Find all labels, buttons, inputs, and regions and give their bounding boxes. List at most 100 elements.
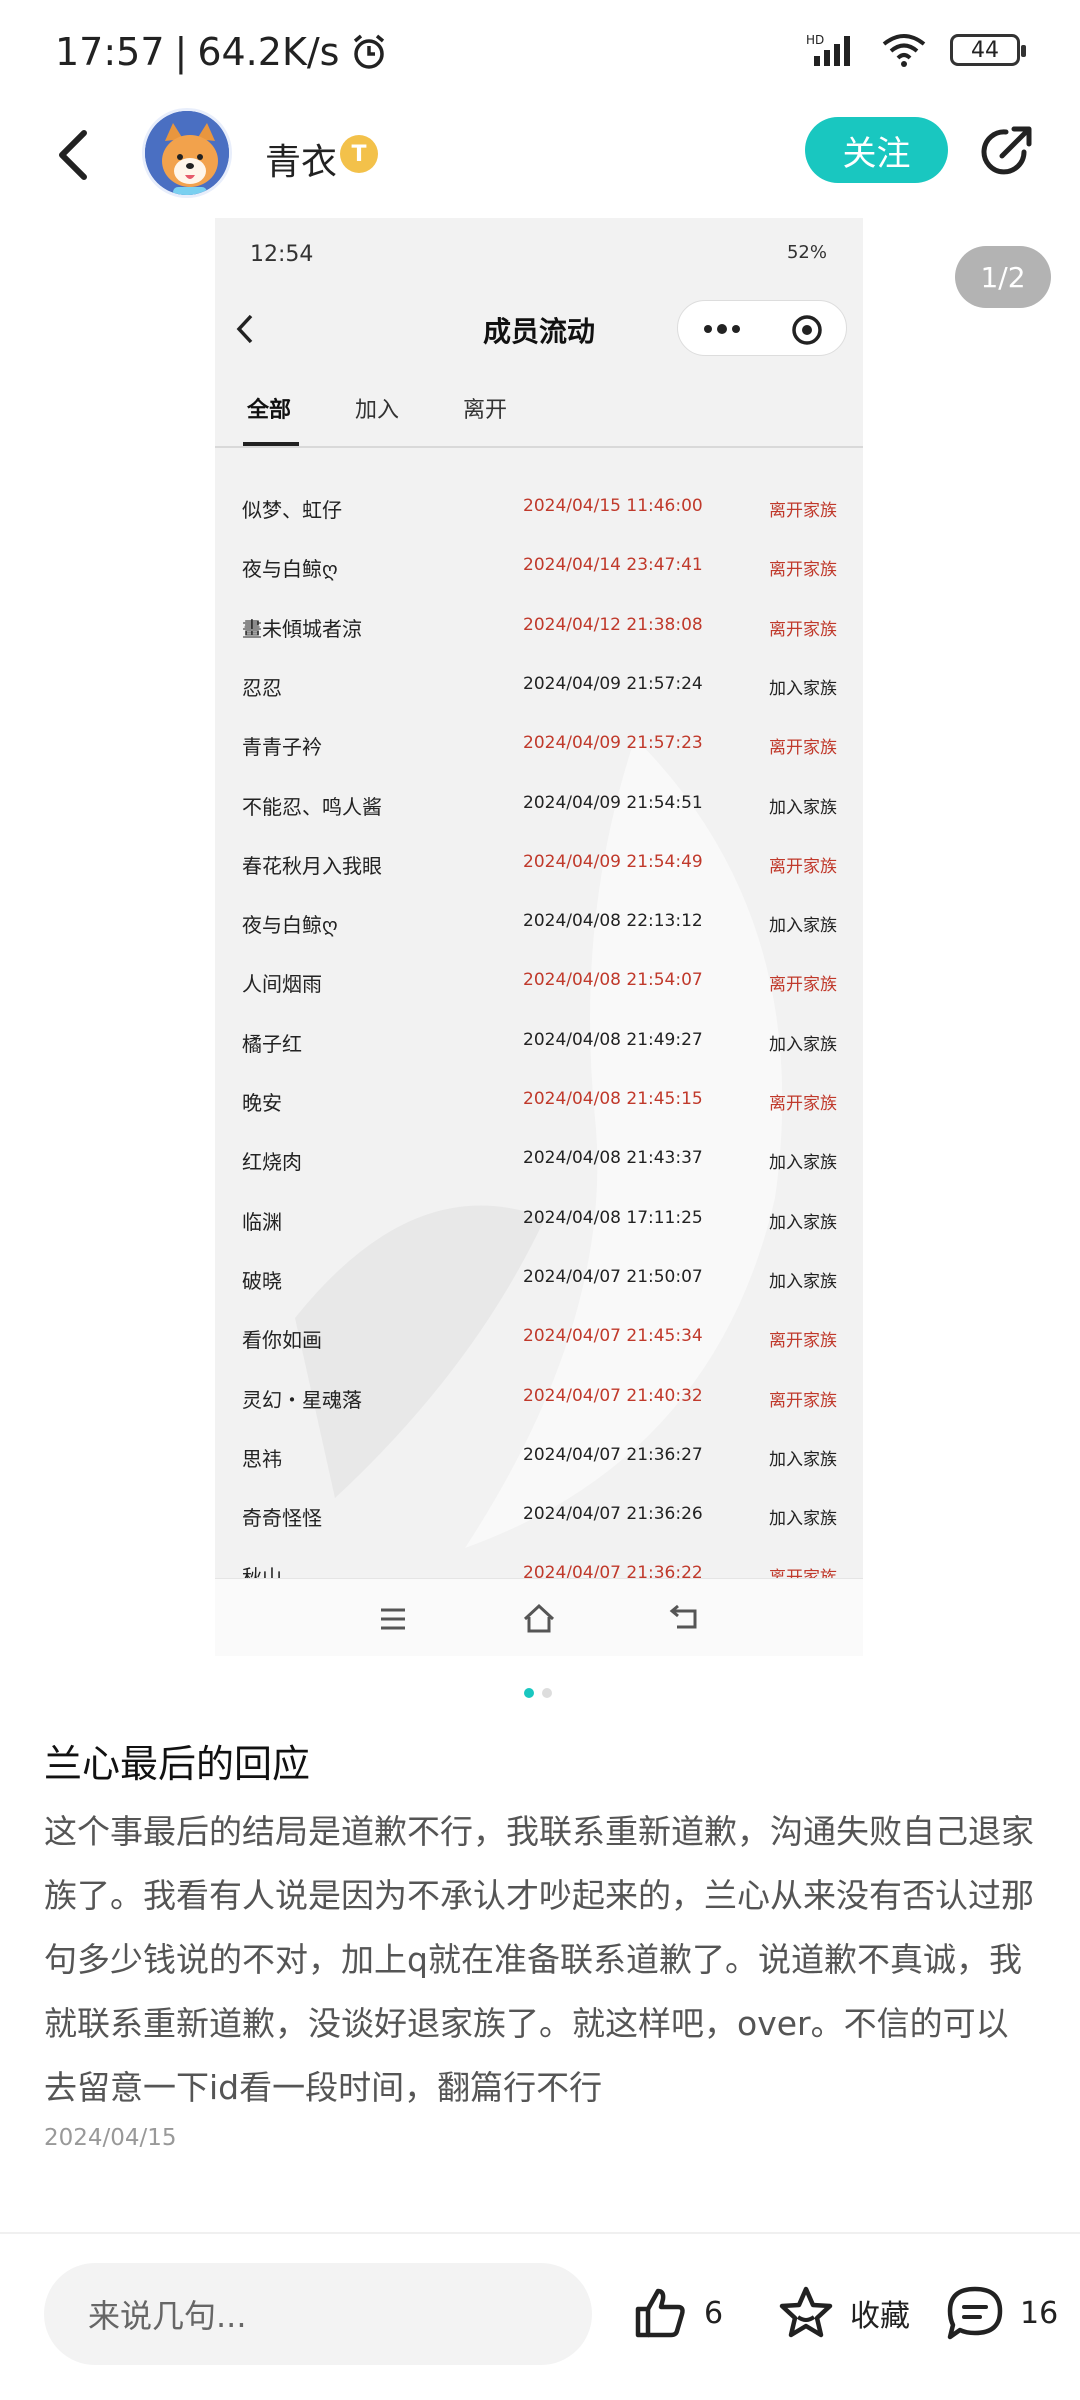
- table-row: 不能忍、鸣人酱 2024/04/09 21:54:51 加入家族: [215, 773, 863, 832]
- signal-icon: HD: [806, 33, 850, 66]
- favorite-label: 收藏: [850, 2299, 910, 2334]
- status-divider: |: [174, 30, 188, 74]
- table-row: 忍忍 2024/04/09 21:57:24 加入家族: [215, 654, 863, 713]
- member-action: 加入家族: [769, 1271, 837, 1292]
- member-name: 灵幻・星魂落: [242, 1387, 362, 1412]
- member-name: 忍忍: [242, 675, 282, 700]
- table-row: 夜与白鲸ღ 2024/04/08 22:13:12 加入家族: [215, 891, 863, 950]
- member-time: 2024/04/08 21:43:37: [523, 1148, 703, 1169]
- member-time: 2024/04/07 21:45:34: [523, 1326, 703, 1347]
- inner-capsule: [677, 300, 847, 356]
- post-image[interactable]: 12:54 52% 成员流动 全部 加入 离开 似梦、虹仔 2024/04/15 …: [215, 218, 863, 1656]
- battery-indicator: 44: [950, 34, 1026, 66]
- member-action: 离开家族: [769, 1390, 837, 1411]
- wifi-icon: [882, 34, 926, 67]
- member-name: 看你如画: [242, 1328, 322, 1353]
- network-speed: 64.2K/s: [197, 30, 340, 74]
- shiba-avatar-icon: [145, 111, 229, 195]
- comment-bubble-icon: [947, 2286, 1003, 2340]
- table-row: 破晓 2024/04/07 21:50:07 加入家族: [215, 1247, 863, 1306]
- status-time: 17:57: [55, 30, 165, 74]
- level-badge: T: [340, 135, 378, 173]
- member-action: 离开家族: [769, 738, 837, 759]
- member-name: 春花秋月入我眼: [242, 853, 382, 878]
- inner-time: 12:54: [250, 242, 314, 267]
- member-time: 2024/04/08 21:45:15: [523, 1089, 703, 1109]
- member-time: 2024/04/08 22:13:12: [523, 911, 703, 932]
- member-name: 破晓: [242, 1268, 282, 1293]
- member-time: 2024/04/09 21:54:51: [523, 792, 703, 813]
- member-time: 2024/04/09 21:54:49: [523, 851, 703, 872]
- member-action: 加入家族: [769, 1509, 837, 1530]
- favorite-button[interactable]: 收藏: [776, 2283, 910, 2343]
- status-right: HD 44: [806, 32, 1026, 68]
- member-name: 畫未傾城者涼: [242, 616, 362, 641]
- member-action: 加入家族: [769, 916, 837, 937]
- carousel-dot[interactable]: [542, 1688, 552, 1698]
- inner-tab-leave: 离开: [463, 398, 508, 423]
- member-action: 加入家族: [769, 1034, 837, 1055]
- carousel-indicator: [524, 1688, 552, 1698]
- thumbs-up-icon: [635, 2288, 685, 2338]
- member-action: 离开家族: [769, 975, 837, 996]
- post-date: 2024/04/15: [44, 2125, 177, 2151]
- alarm-icon: [354, 34, 385, 69]
- member-name: 不能忍、鸣人酱: [242, 794, 382, 819]
- follow-button[interactable]: 关注: [805, 117, 948, 183]
- member-time: 2024/04/07 21:36:27: [523, 1444, 703, 1465]
- table-row: 奇奇怪怪 2024/04/07 21:36:26 加入家族: [215, 1484, 863, 1543]
- member-action: 加入家族: [769, 1449, 837, 1470]
- member-action: 加入家族: [769, 1153, 837, 1174]
- post-header: 青衣 T 关注: [0, 105, 1080, 205]
- member-name: 青青子衿: [242, 735, 322, 760]
- member-name: 人间烟雨: [242, 972, 322, 997]
- svg-text:HD: HD: [806, 33, 824, 47]
- member-time: 2024/04/07 21:50:07: [523, 1266, 703, 1287]
- member-action: 离开家族: [769, 1331, 837, 1352]
- carousel-dot-active[interactable]: [524, 1688, 534, 1698]
- comment-button[interactable]: 16: [944, 2283, 1058, 2343]
- member-action: 离开家族: [769, 619, 837, 640]
- like-button[interactable]: 6: [630, 2283, 723, 2343]
- member-action: 离开家族: [769, 560, 837, 581]
- member-name: 似梦、虹仔: [242, 498, 342, 522]
- return-icon: [669, 1604, 697, 1629]
- member-time: 2024/04/08 17:11:25: [523, 1207, 703, 1228]
- inner-battery: 52%: [786, 242, 827, 263]
- member-time: 2024/04/15 11:46:00: [523, 496, 703, 516]
- inner-status-bar: 12:54 52%: [215, 218, 863, 288]
- post-title: 兰心最后的回应: [44, 1742, 311, 1786]
- table-row: 红烧肉 2024/04/08 21:43:37 加入家族: [215, 1128, 863, 1187]
- status-bar: 17:57 | 64.2K/s HD 44: [0, 0, 1080, 110]
- username[interactable]: 青衣: [265, 133, 337, 185]
- member-time: 2024/04/08 21:54:07: [523, 970, 703, 991]
- member-time: 2024/04/12 21:38:08: [523, 614, 703, 635]
- member-time: 2024/04/07 21:40:32: [523, 1385, 703, 1406]
- comment-input[interactable]: 来说几句...: [44, 2263, 592, 2365]
- avatar[interactable]: [142, 108, 232, 198]
- member-time: 2024/04/07 21:36:26: [523, 1504, 703, 1525]
- member-name: 思祎: [242, 1446, 282, 1471]
- member-time: 2024/04/14 23:47:41: [523, 555, 703, 576]
- member-time: 2024/04/09 21:57:23: [523, 733, 703, 754]
- divider: [0, 2232, 1080, 2234]
- member-name: 橘子红: [242, 1031, 302, 1056]
- star-icon: [779, 2286, 833, 2338]
- member-name: 晚安: [242, 1091, 282, 1115]
- table-row: 春花秋月入我眼 2024/04/09 21:54:49 离开家族: [215, 832, 863, 891]
- bottom-action-bar: 来说几句... 6 收藏 16: [0, 2235, 1080, 2400]
- inner-nav-bar: 成员流动: [215, 288, 863, 368]
- member-name: 奇奇怪怪: [242, 1506, 322, 1531]
- target-icon: [792, 315, 822, 345]
- back-button[interactable]: [48, 125, 98, 185]
- member-time: 2024/04/08 21:49:27: [523, 1029, 703, 1050]
- share-button[interactable]: [976, 122, 1036, 182]
- image-pager: 1/2: [955, 246, 1051, 308]
- table-row: 夜与白鲸ღ 2024/04/14 23:47:41 离开家族: [215, 535, 863, 594]
- inner-nav-bottom: [215, 1578, 863, 1656]
- table-row: 思祎 2024/04/07 21:36:27 加入家族: [215, 1425, 863, 1484]
- member-time: 2024/04/09 21:57:24: [523, 673, 703, 694]
- member-action: 离开家族: [769, 856, 837, 877]
- table-row: 橘子红 2024/04/08 21:49:27 加入家族: [215, 1010, 863, 1069]
- inner-tabs: 全部 加入 离开: [215, 368, 863, 448]
